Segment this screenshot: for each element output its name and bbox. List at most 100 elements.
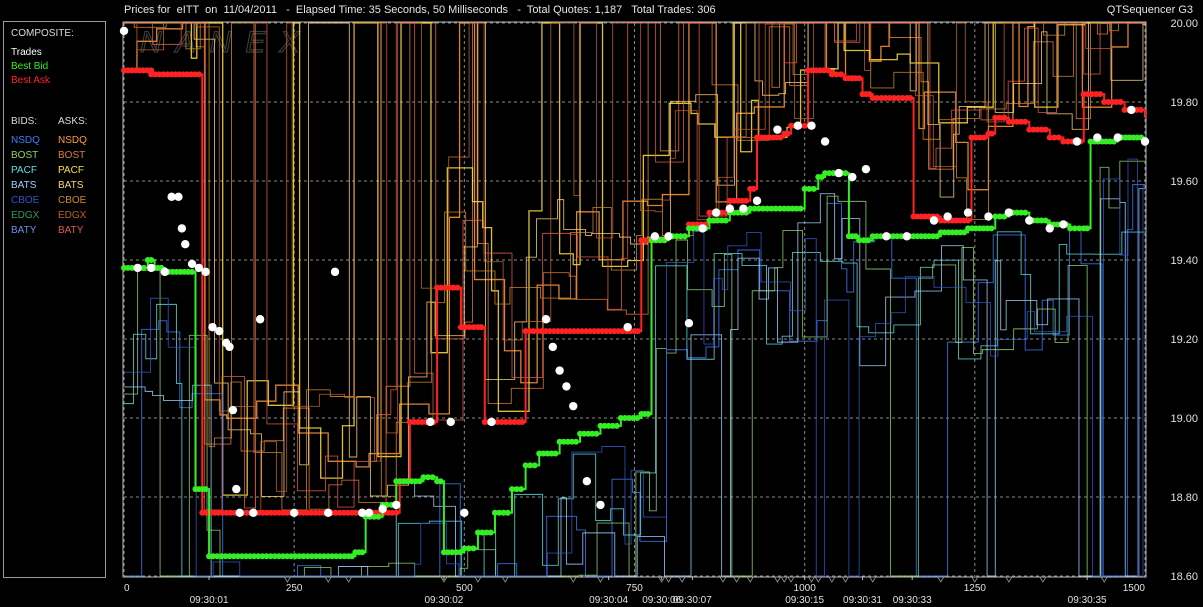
trade-point xyxy=(725,204,734,213)
trade-time-marker xyxy=(787,576,795,583)
trade-point xyxy=(426,417,435,427)
best-bid-point xyxy=(1084,225,1091,232)
best-ask-point xyxy=(750,185,757,192)
best-bid-point xyxy=(531,462,538,469)
best-bid-point xyxy=(645,411,652,418)
trade-point xyxy=(684,319,694,328)
trade-point xyxy=(177,224,187,233)
best-bid-point xyxy=(552,450,559,457)
best-bid-point xyxy=(593,430,600,437)
trade-time-marker xyxy=(780,576,788,583)
best-ask-point xyxy=(393,509,400,516)
trade-point xyxy=(215,326,224,336)
trade-point xyxy=(1093,133,1102,142)
best-ask-point xyxy=(454,284,461,291)
trade-point xyxy=(255,315,265,324)
trade-time-marker xyxy=(283,576,292,583)
trade-point xyxy=(555,366,564,375)
best-bid-point xyxy=(518,486,525,493)
trade-point xyxy=(596,500,605,510)
trade-point xyxy=(232,484,241,494)
trade-point xyxy=(711,208,721,217)
best-ask-point xyxy=(1117,99,1124,105)
trade-point xyxy=(1127,105,1136,115)
trade-point xyxy=(225,342,234,352)
trade-point xyxy=(1059,220,1068,229)
x-axis: 0 250 500 750 1000 1250 1500 09:30:01 09:30:02 09… xyxy=(124,576,1145,606)
trade-point xyxy=(249,508,258,517)
trade-point xyxy=(929,216,939,225)
best-bid-point xyxy=(1022,209,1029,216)
best-bid-point xyxy=(988,225,995,232)
best-ask-point xyxy=(195,71,202,78)
trade-point xyxy=(848,172,857,182)
trade-time-marker xyxy=(1100,576,1108,583)
trade-point xyxy=(1004,208,1014,217)
trade-point xyxy=(174,192,183,201)
trade-point xyxy=(548,342,558,352)
trade-time-marker xyxy=(773,576,782,583)
best-bid-point xyxy=(470,545,477,552)
trade-time-marker xyxy=(344,576,353,583)
trade-point xyxy=(324,508,333,517)
trade-point xyxy=(392,500,401,510)
x-index-label: 1000 xyxy=(794,583,817,594)
trade-time-marker xyxy=(814,576,822,583)
best-ask-point xyxy=(743,197,750,204)
best-ask-point xyxy=(1042,126,1049,133)
best-ask-point xyxy=(1055,134,1062,141)
trade-time-marker xyxy=(869,576,877,583)
trade-point xyxy=(147,263,156,273)
trade-point xyxy=(181,240,190,249)
trade-point xyxy=(664,232,673,241)
trade-point xyxy=(119,26,129,36)
trade-point xyxy=(569,401,578,411)
trade-point xyxy=(752,196,762,205)
trade-point xyxy=(1045,224,1054,233)
best-bid-point xyxy=(429,474,436,481)
trade-point xyxy=(446,417,455,427)
trade-time-marker xyxy=(324,576,332,583)
trade-time-marker xyxy=(746,576,754,583)
trade-point xyxy=(133,263,142,273)
y-tick-label: 19.60 xyxy=(1170,176,1198,188)
trade-point xyxy=(460,508,469,517)
trade-time-marker xyxy=(971,576,979,583)
best-ask-point xyxy=(634,328,641,335)
y-tick-label: 19.00 xyxy=(1170,413,1198,425)
trade-time-marker xyxy=(569,576,577,583)
trade-point xyxy=(289,508,299,517)
trade-point xyxy=(834,168,843,178)
trade-time-marker xyxy=(678,576,686,583)
trade-point xyxy=(793,121,803,130)
best-ask-point xyxy=(988,130,995,137)
best-bid-point xyxy=(722,217,729,224)
best-bid-point xyxy=(810,185,817,192)
time-tick-label: 09:30:02 xyxy=(424,595,463,606)
trade-point xyxy=(902,232,911,241)
trade-time-marker xyxy=(664,576,673,583)
best-ask-point xyxy=(1022,118,1029,125)
y-tick-label: 19.40 xyxy=(1170,255,1198,267)
trade-point xyxy=(773,125,782,134)
trade-time-marker xyxy=(732,576,741,583)
time-tick-label: 09:30:35 xyxy=(1068,595,1107,606)
trade-point xyxy=(943,212,952,221)
time-tick-label: 09:30:15 xyxy=(785,595,824,606)
trade-point xyxy=(623,322,632,332)
best-bid-point xyxy=(437,478,444,485)
y-tick-label: 18.60 xyxy=(1170,571,1198,583)
nanex-watermark: NANEX xyxy=(140,26,313,59)
y-axis: 18.60 18.80 19.00 19.20 19.40 19.60 19.80 20.00 xyxy=(1170,18,1198,583)
x-index-label: 1500 xyxy=(1123,583,1146,594)
best-ask-point xyxy=(1001,114,1008,121)
y-tick-label: 19.80 xyxy=(1170,97,1198,109)
best-bid-point xyxy=(681,233,688,240)
best-bid-point xyxy=(797,205,804,212)
trade-time-marker xyxy=(807,576,816,583)
x-index-label: 250 xyxy=(286,583,303,594)
best-ask-point xyxy=(837,71,844,78)
time-tick-label: 09:30:31 xyxy=(843,595,882,606)
x-index-label: 0 xyxy=(124,583,130,594)
best-ask-point xyxy=(1097,91,1104,98)
